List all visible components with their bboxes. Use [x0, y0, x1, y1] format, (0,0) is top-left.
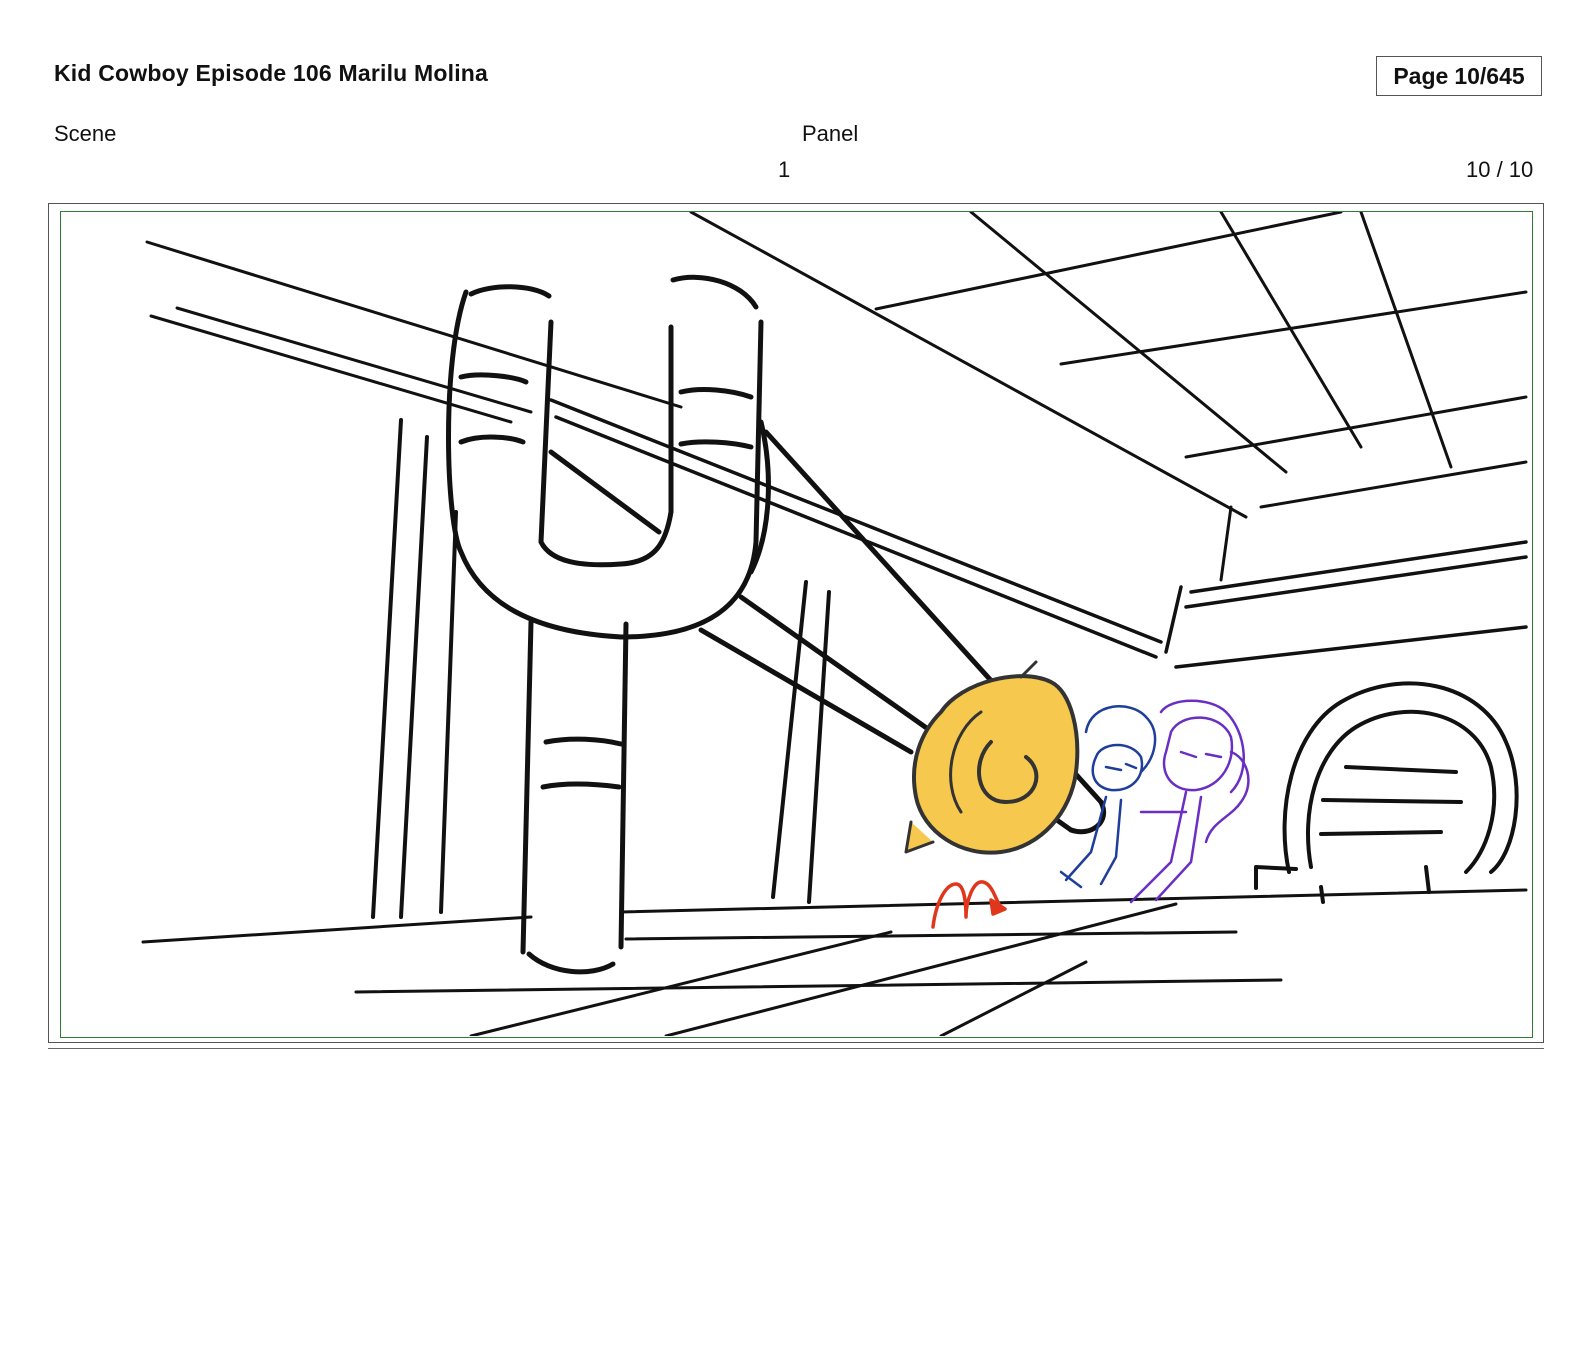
panel-label: Panel [802, 121, 859, 146]
document-title: Kid Cowboy Episode 106 Marilu Molina [54, 60, 489, 86]
page-label: Page [1393, 62, 1449, 89]
pipe-sculpture [446, 274, 771, 975]
storyboard-panel [60, 211, 1533, 1038]
ceiling-lines [145, 212, 1528, 582]
frame-underline [48, 1048, 1544, 1049]
page-number: 10/645 [1454, 62, 1525, 89]
purple-character [1129, 699, 1250, 904]
storyboard-sketch [141, 212, 1528, 1036]
yellow-creature [904, 660, 1080, 855]
scene-value: 1 [778, 157, 791, 182]
panel-value: 10 / 10 [1466, 157, 1534, 182]
scene-label: Scene [54, 121, 117, 146]
wall-columns [371, 418, 831, 919]
round-machine [1254, 681, 1519, 904]
floor-lines [141, 888, 1528, 1036]
page-indicator: Page 10/645 [1376, 56, 1542, 96]
